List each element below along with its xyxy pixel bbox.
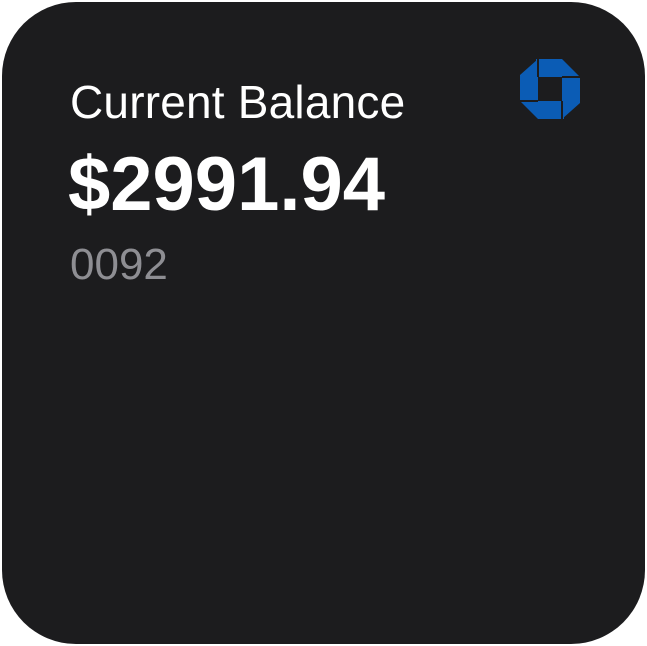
account-number-suffix: 0092 [70,240,168,289]
balance-widget[interactable]: Current Balance $2991.94 0092 [2,2,645,644]
balance-label: Current Balance [70,76,406,128]
octagon-bank-logo-icon [520,59,580,119]
balance-amount: $2991.94 [68,142,385,227]
bank-logo-icon [518,57,582,121]
